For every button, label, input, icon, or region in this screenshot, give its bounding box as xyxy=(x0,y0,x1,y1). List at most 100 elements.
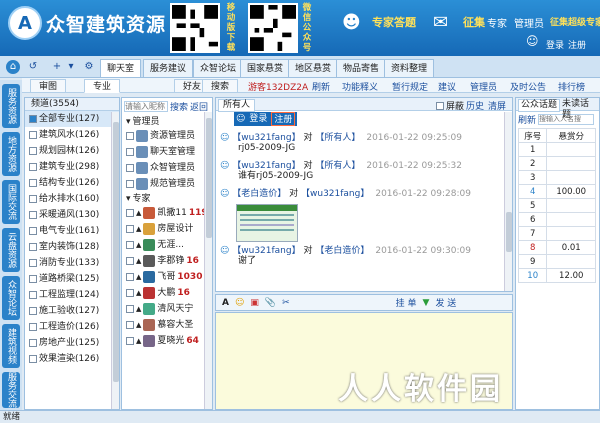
channel-item[interactable]: 工程造价(126) xyxy=(25,319,119,335)
chat-scrollbar[interactable] xyxy=(504,112,512,291)
message-sender[interactable]: 【wu321fang】 xyxy=(232,133,300,143)
channel-item[interactable]: 室内装饰(128) xyxy=(25,239,119,255)
user-checkbox[interactable] xyxy=(126,132,134,140)
admin-link[interactable]: 管理员 xyxy=(514,15,544,30)
expert-user-item[interactable]: ▲ 李郡铮 16 xyxy=(122,253,212,269)
channel-item[interactable]: 采暖通风(130) xyxy=(25,207,119,223)
topic-row[interactable]: 3 xyxy=(517,170,596,185)
admin-user-item[interactable]: 众智管理员 xyxy=(122,160,212,176)
channel-item[interactable]: 全部专业(127) xyxy=(25,111,119,127)
subtab-search[interactable]: 搜索 xyxy=(202,79,239,93)
vtab-service-resources[interactable]: 服务资源 xyxy=(2,84,20,128)
channel-checkbox[interactable] xyxy=(29,131,37,139)
topic-row[interactable]: 4 100.00 xyxy=(517,184,596,199)
topic-row[interactable]: 10 12.00 xyxy=(517,268,596,283)
message-recipient[interactable]: 【老白造价】 xyxy=(315,246,369,256)
vtab-video[interactable]: 建筑视频 xyxy=(2,324,20,368)
expert-user-item[interactable]: ▲ 凯撒11 119 xyxy=(122,205,212,221)
channel-checkbox[interactable] xyxy=(29,227,37,235)
channel-checkbox[interactable] xyxy=(29,323,37,331)
home-icon[interactable]: ⌂ xyxy=(6,60,20,74)
recruit-icon[interactable]: ✉ xyxy=(433,12,448,33)
subtab-review[interactable]: 审图 xyxy=(30,79,67,93)
channel-checkbox[interactable] xyxy=(29,339,37,347)
channel-item[interactable]: 消防专业(133) xyxy=(25,255,119,271)
expert-user-item[interactable]: ▲ 清风天宁 xyxy=(122,301,212,317)
channel-checkbox[interactable] xyxy=(29,307,37,315)
message-recipient[interactable]: 【wu321fang】 xyxy=(301,189,369,199)
channel-checkbox[interactable] xyxy=(29,163,37,171)
channel-checkbox[interactable] xyxy=(29,291,37,299)
user-checkbox[interactable] xyxy=(126,241,134,249)
admin-group-header[interactable]: ▾ 管理员 xyxy=(122,115,212,128)
channel-checkbox[interactable] xyxy=(29,243,37,251)
history-link[interactable]: 历史 xyxy=(466,99,484,112)
user-search-button[interactable]: 搜索 xyxy=(170,100,188,113)
recruit-expert-link[interactable]: 征集超级专家 xyxy=(550,15,600,28)
channel-checkbox[interactable] xyxy=(29,115,37,123)
admin-user-item[interactable]: 资源管理员 xyxy=(122,128,212,144)
register-link[interactable]: 注册 xyxy=(568,38,586,51)
message-recipient[interactable]: 【所有人】 xyxy=(315,161,360,171)
expert-user-item[interactable]: ▲ 房屋设计 xyxy=(122,221,212,237)
channel-checkbox[interactable] xyxy=(29,275,37,283)
image-icon[interactable]: ▣ xyxy=(250,298,259,308)
attach-icon[interactable]: 📎 xyxy=(265,298,276,308)
user-checkbox[interactable] xyxy=(126,225,134,233)
user-checkbox[interactable] xyxy=(126,305,134,313)
message-sender[interactable]: 【老白造价】 xyxy=(232,189,286,199)
channel-checkbox[interactable] xyxy=(29,195,37,203)
expert-link[interactable]: 专家 xyxy=(487,15,507,30)
feature-help-link[interactable]: 功能释义 xyxy=(342,80,378,93)
popup-register-button[interactable]: 注册 xyxy=(271,112,296,126)
vtab-cloud[interactable]: 云盘资源 xyxy=(2,228,20,272)
nav-tab-national[interactable]: 国家悬赏 xyxy=(240,59,291,77)
rules-link[interactable]: 暂行规定 xyxy=(392,80,428,93)
message-recipient[interactable]: 【所有人】 xyxy=(315,133,360,143)
expert-user-item[interactable]: ▲ 慕容大圣 xyxy=(122,317,212,333)
channel-checkbox[interactable] xyxy=(29,211,37,219)
channel-checkbox[interactable] xyxy=(29,179,37,187)
block-checkbox[interactable] xyxy=(436,101,444,110)
message-sender[interactable]: 【wu321fang】 xyxy=(232,161,300,171)
expert-group-header[interactable]: ▾ 专家 xyxy=(122,192,212,205)
channel-item[interactable]: 建筑专业(298) xyxy=(25,159,119,175)
popup-login-button[interactable]: 登录 xyxy=(249,112,267,126)
channel-item[interactable]: 建筑风水(126) xyxy=(25,127,119,143)
shared-screenshot-image[interactable] xyxy=(236,204,298,242)
send-button[interactable]: 发 送 xyxy=(435,296,456,309)
channel-checkbox[interactable] xyxy=(29,259,37,267)
screenshot-icon[interactable]: ✂ xyxy=(282,298,290,308)
channel-scrollbar[interactable] xyxy=(111,112,119,409)
nav-tab-consign[interactable]: 物品寄售 xyxy=(336,59,387,77)
font-icon[interactable]: A xyxy=(222,298,229,308)
hang-order-button[interactable]: 挂 单 xyxy=(396,296,417,309)
message-sender[interactable]: 【wu321fang】 xyxy=(232,246,300,256)
user-checkbox[interactable] xyxy=(126,321,134,329)
suggest-link[interactable]: 建议 xyxy=(438,80,456,93)
topic-row[interactable]: 7 xyxy=(517,226,596,241)
topic-row[interactable]: 5 xyxy=(517,198,596,213)
emoji-icon[interactable]: ☺ xyxy=(235,298,244,308)
channel-checkbox[interactable] xyxy=(29,355,37,363)
topic-refresh-button[interactable]: 刷新 xyxy=(518,113,536,126)
nav-tab-chat[interactable]: 聊天室 xyxy=(100,59,142,77)
send-arrow-icon[interactable]: ▼ xyxy=(423,298,430,308)
channel-item[interactable]: 施工验收(127) xyxy=(25,303,119,319)
topic-row[interactable]: 2 xyxy=(517,156,596,171)
recruit-label[interactable]: 征集 xyxy=(463,14,485,30)
tab-public-topics[interactable]: 公众话题 xyxy=(518,99,561,112)
channel-item[interactable]: 规划园林(126) xyxy=(25,143,119,159)
expert-user-item[interactable]: ▲ 夏晓光 64 xyxy=(122,333,212,349)
user-checkbox[interactable] xyxy=(126,257,134,265)
user-checkbox[interactable] xyxy=(126,289,134,297)
user-checkbox[interactable] xyxy=(126,209,134,217)
nav-tab-docs[interactable]: 资料整理 xyxy=(384,59,435,77)
topic-row[interactable]: 8 0.01 xyxy=(517,240,596,255)
channel-item[interactable]: 电气专业(161) xyxy=(25,223,119,239)
block-option[interactable]: 屏蔽 xyxy=(436,99,464,112)
channel-checkbox[interactable] xyxy=(29,147,37,155)
expert-user-item[interactable]: ▲ 飞哥 1030 xyxy=(122,269,212,285)
expert-user-item[interactable]: ▲ 大鹏 16 xyxy=(122,285,212,301)
subtab-major[interactable]: 专业 xyxy=(84,79,121,93)
